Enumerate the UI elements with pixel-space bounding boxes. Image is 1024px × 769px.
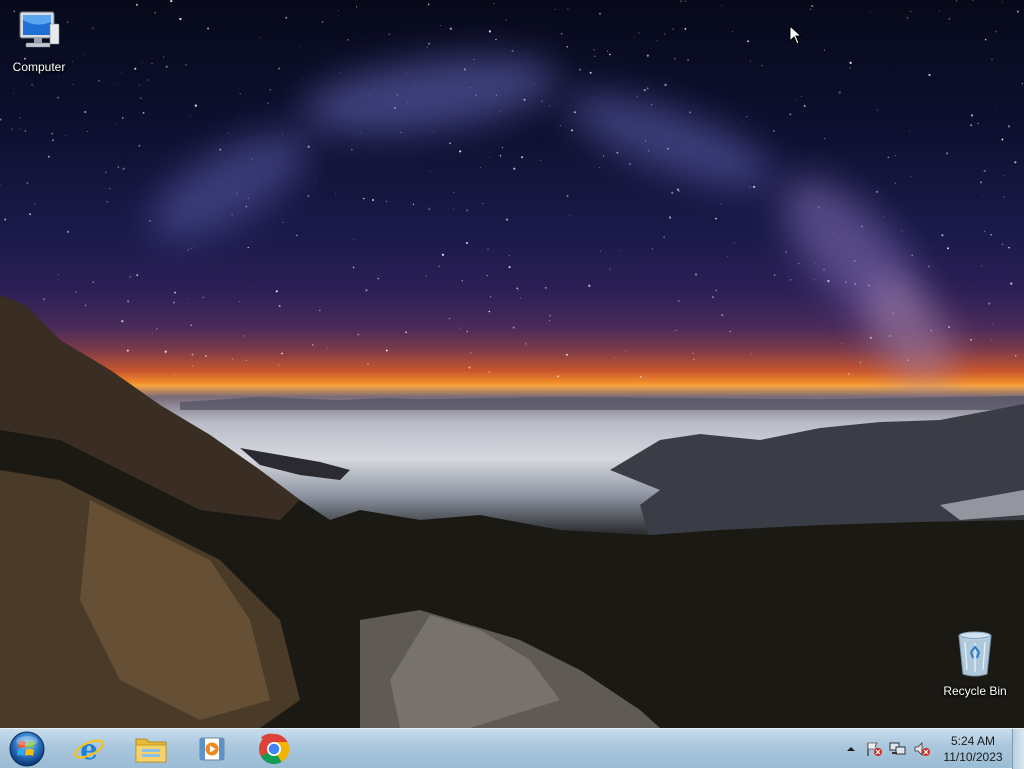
action-center-flag-icon bbox=[867, 742, 882, 756]
desktop-icon-label: Computer bbox=[12, 60, 66, 74]
volume-muted-icon bbox=[914, 742, 930, 756]
volume-button[interactable] bbox=[913, 741, 931, 757]
desktop-background: Computer Recycle Bin bbox=[0, 0, 1024, 728]
internet-explorer-icon: e bbox=[74, 733, 104, 765]
svg-text:e: e bbox=[80, 733, 98, 765]
recycle-bin-icon bbox=[937, 630, 1013, 681]
show-desktop-button[interactable] bbox=[1012, 729, 1024, 769]
taskbar-clock[interactable]: 5:24 AM 11/10/2023 bbox=[936, 733, 1010, 765]
desktop-icon-label: Recycle Bin bbox=[943, 684, 1007, 698]
taskbar-file-explorer-button[interactable] bbox=[124, 731, 178, 767]
show-hidden-icons-button[interactable] bbox=[842, 741, 860, 757]
desktop-icon-recycle-bin[interactable]: Recycle Bin bbox=[937, 630, 1013, 698]
clock-date: 11/10/2023 bbox=[943, 750, 1003, 764]
taskbar: e 5:24 AM 11/10/2023 bbox=[0, 728, 1024, 769]
taskbar-chrome-button[interactable] bbox=[247, 731, 301, 767]
taskbar-media-player-button[interactable] bbox=[185, 731, 239, 767]
show-hidden-icons-arrow-icon bbox=[847, 747, 855, 751]
network-icon bbox=[889, 742, 906, 755]
taskbar-internet-explorer-button[interactable]: e bbox=[62, 731, 116, 767]
action-center-button[interactable] bbox=[865, 741, 883, 757]
file-explorer-icon bbox=[135, 738, 167, 763]
clock-time: 5:24 AM bbox=[950, 734, 996, 748]
chrome-icon bbox=[259, 733, 290, 765]
desktop-icon-computer[interactable]: Computer bbox=[1, 10, 77, 74]
mountain-landscape bbox=[0, 295, 1024, 728]
mouse-cursor-icon bbox=[789, 25, 803, 45]
computer-icon bbox=[1, 10, 77, 57]
windows-start-icon bbox=[9, 731, 45, 767]
media-player-icon bbox=[199, 737, 225, 761]
network-button[interactable] bbox=[889, 741, 907, 757]
start-button[interactable] bbox=[2, 731, 52, 767]
